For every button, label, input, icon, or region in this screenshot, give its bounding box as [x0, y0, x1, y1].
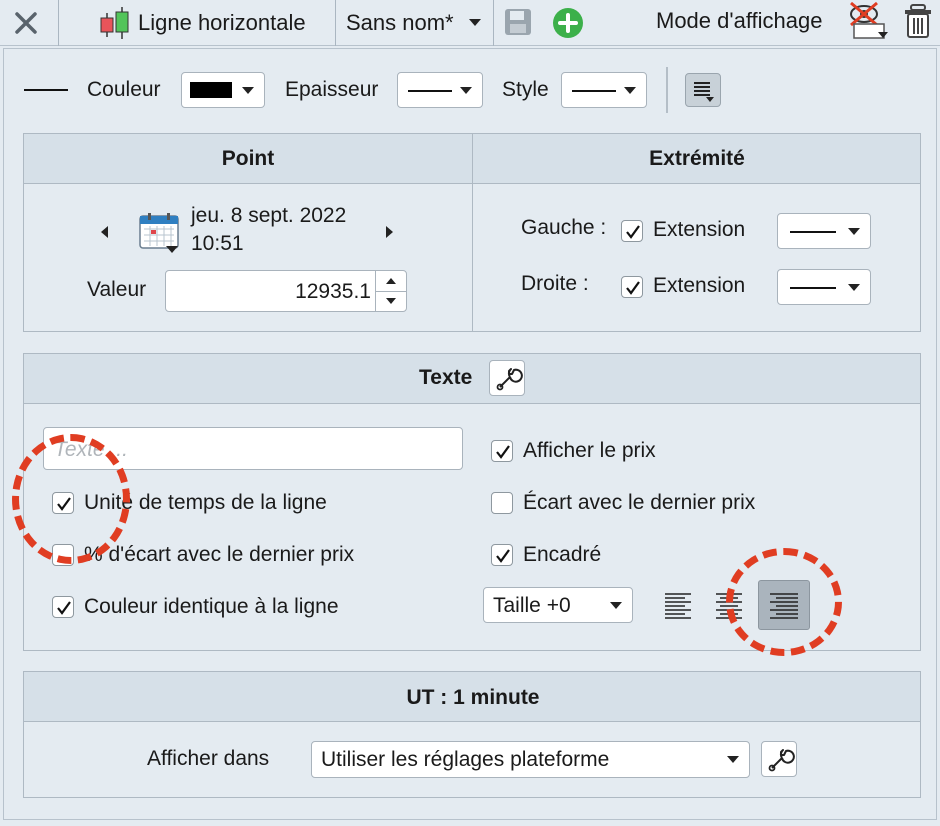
- annotation-circle-align-right: [726, 548, 842, 656]
- point-time: 10:51: [191, 232, 244, 255]
- stepper-up-icon[interactable]: [386, 278, 396, 284]
- color-dropdown[interactable]: [181, 72, 265, 108]
- color-label: Couleur: [87, 78, 161, 101]
- align-left-icon[interactable]: [660, 588, 696, 624]
- add-icon[interactable]: [552, 7, 584, 39]
- template-dropdown[interactable]: Sans nom*: [336, 0, 493, 46]
- timeframe-header: UT : 1 minute: [406, 686, 540, 709]
- thickness-label: Epaisseur: [285, 78, 379, 101]
- text-header: Texte: [419, 366, 473, 389]
- style-dropdown[interactable]: [561, 72, 647, 108]
- extremity-header: Extrémité: [649, 147, 745, 170]
- color-swatch: [190, 82, 232, 98]
- timeframe-section: UT : 1 minute Afficher dans Utiliser les…: [23, 671, 921, 798]
- left-extremity-label: Gauche :: [521, 216, 607, 239]
- left-extension-style-dropdown[interactable]: [777, 213, 871, 249]
- pct-gap-label: % d'écart avec le dernier prix: [84, 543, 355, 566]
- thickness-dropdown[interactable]: [397, 72, 483, 108]
- annotation-circle-timeframe: [12, 434, 130, 564]
- same-color-label: Couleur identique à la ligne: [84, 595, 339, 618]
- display-mode-label: Mode d'affichage: [656, 8, 823, 33]
- size-dropdown[interactable]: Taille +0: [483, 587, 633, 623]
- framed-checkbox[interactable]: [491, 544, 513, 566]
- horizontal-line-tool-icon: [98, 5, 132, 41]
- gap-checkbox[interactable]: [491, 492, 513, 514]
- properties-panel: Couleur Epaisseur Style Point Extrémité: [3, 48, 937, 820]
- prev-date-arrow-icon[interactable]: [101, 226, 108, 238]
- title-bar: Ligne horizontale Sans nom* Mode d'affic…: [0, 0, 940, 46]
- gap-label: Écart avec le dernier prix: [523, 491, 756, 514]
- point-header: Point: [221, 147, 275, 170]
- list-menu-icon[interactable]: [685, 73, 721, 107]
- close-icon[interactable]: [12, 9, 40, 37]
- value-input[interactable]: 12935.1: [165, 270, 376, 312]
- tool-title: Ligne horizontale: [138, 10, 306, 35]
- same-color-checkbox[interactable]: [52, 596, 74, 618]
- right-extension-checkbox[interactable]: [621, 276, 643, 298]
- wrench-icon: [768, 749, 795, 772]
- right-extension-style-dropdown[interactable]: [777, 269, 871, 305]
- left-extension-label: Extension: [653, 218, 746, 241]
- right-extremity-label: Droite :: [521, 272, 589, 295]
- point-date: jeu. 8 sept. 2022: [191, 204, 347, 227]
- show-in-settings-button[interactable]: [761, 741, 797, 777]
- calendar-icon[interactable]: [138, 212, 182, 254]
- trash-icon[interactable]: [902, 4, 934, 40]
- value-label: Valeur: [87, 278, 147, 301]
- right-extension-label: Extension: [653, 274, 746, 297]
- point-extremity-section: Point Extrémité jeu. 8 sept. 2022 10:51 …: [23, 133, 921, 332]
- show-in-label: Afficher dans: [147, 747, 270, 770]
- show-price-checkbox[interactable]: [491, 440, 513, 462]
- style-label: Style: [502, 78, 549, 101]
- wrench-icon: [496, 368, 523, 391]
- eye-hidden-icon[interactable]: [848, 0, 892, 42]
- text-settings-button[interactable]: [489, 360, 525, 396]
- line-preview: [24, 89, 68, 91]
- show-price-label: Afficher le prix: [523, 439, 656, 462]
- stepper-down-icon[interactable]: [386, 298, 396, 304]
- next-date-arrow-icon[interactable]: [386, 226, 393, 238]
- value-stepper[interactable]: [375, 270, 407, 312]
- left-extension-checkbox[interactable]: [621, 220, 643, 242]
- show-in-dropdown[interactable]: Utiliser les réglages plateforme: [311, 741, 750, 778]
- framed-label: Encadré: [523, 543, 602, 566]
- save-icon[interactable]: [503, 7, 533, 37]
